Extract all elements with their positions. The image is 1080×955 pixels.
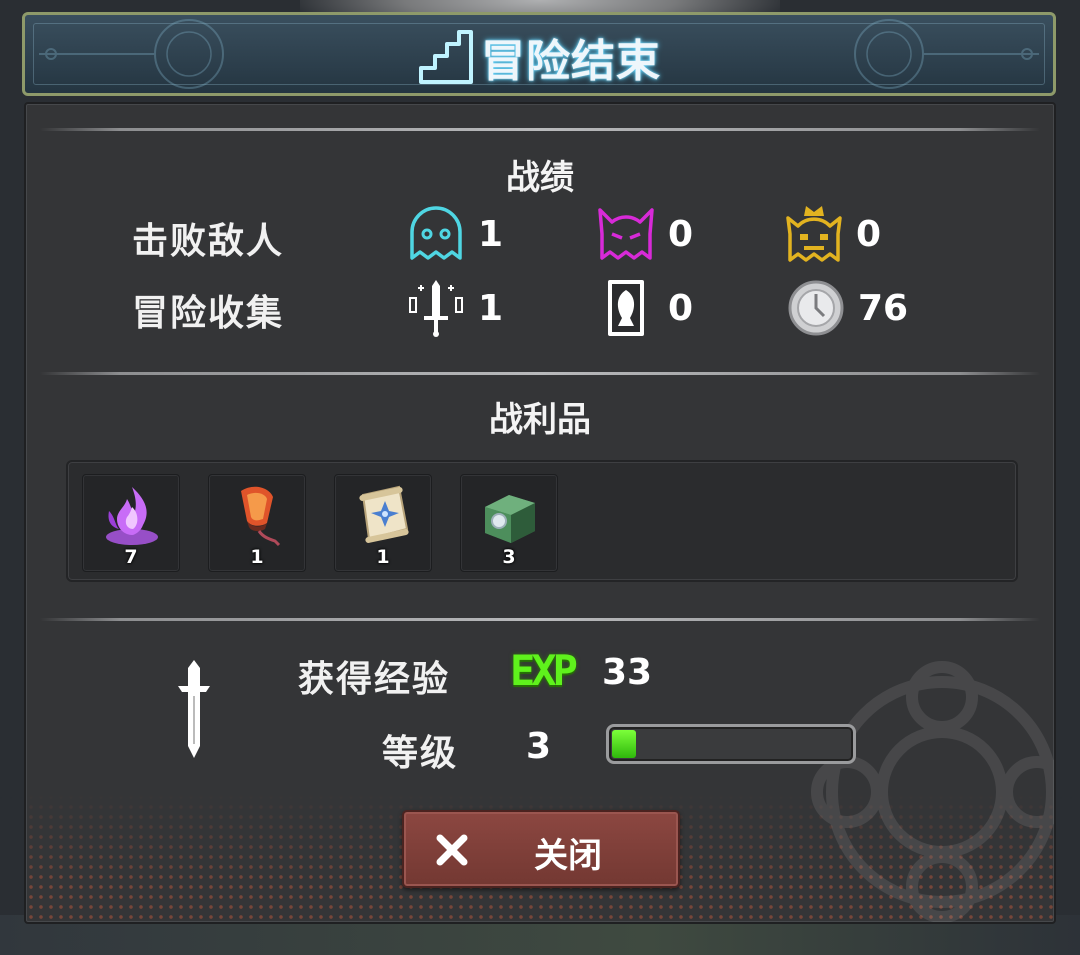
loot-qty: 1 [376,546,390,568]
treasure-chest-icon [485,495,535,543]
exp-label: 获得经验 [298,659,451,700]
defeated-normal: 1 [406,204,503,264]
loot-item[interactable]: 7 [82,474,180,572]
emblem-watermark [811,661,1054,922]
defeated-boss-count: 0 [856,213,882,255]
defeated-elite: 0 [596,204,693,264]
level-value: 3 [526,726,552,767]
divider-middle [40,372,1040,375]
coin-icon [788,280,844,336]
close-button[interactable]: 关闭 [402,810,680,888]
loot-qty: 7 [124,546,138,568]
loot-qty: 1 [250,546,264,568]
collected-coins: 76 [786,278,908,338]
defeated-normal-count: 1 [478,213,504,255]
defeated-label: 击败敌人 [132,221,285,262]
sword-icon [409,280,463,337]
collected-label: 冒险收集 [132,293,285,334]
divider-top [40,128,1040,131]
scroll-icon [359,485,409,543]
defeated-boss: 0 [784,204,881,264]
collected-cards-count: 0 [668,287,694,329]
loot-list: 7 1 1 3 [66,460,1018,582]
loot-item[interactable]: 3 [460,474,558,572]
exp-progress-fill [612,730,637,758]
loot-qty: 3 [502,546,516,568]
collected-equipment-count: 1 [478,287,504,329]
defeated-elite-count: 0 [668,213,694,255]
stairs-icon [419,30,473,84]
sword-emblem-icon [178,660,210,758]
card-icon [608,280,644,336]
result-panel: 战绩 击败敌人 冒险收集 1 0 0 1 0 76 战利品 7 1 1 3 获得… [24,102,1056,924]
collected-coins-count: 76 [858,287,909,329]
stats-title: 战绩 [506,158,574,198]
divider-bottom [40,618,1040,621]
close-button-label: 关闭 [534,836,602,876]
level-label: 等级 [382,733,459,774]
crowned-ghost-icon [786,206,842,262]
loot-item[interactable]: 1 [208,474,306,572]
result-header: 冒险结束 [22,12,1056,96]
loot-title: 战利品 [489,400,591,440]
lantern-icon [241,486,281,547]
exp-value: 33 [602,652,653,693]
exp-badge: EXP [510,646,578,695]
collected-equipment: 1 [406,278,503,338]
header-title-group: 冒险结束 [25,29,1053,87]
purple-flame-icon [106,487,158,545]
horned-ghost-icon [598,208,654,260]
close-icon [436,834,468,866]
collected-cards: 0 [596,278,693,338]
page-title: 冒险结束 [481,36,661,87]
exp-progress-bar [606,724,856,764]
loot-item[interactable]: 1 [334,474,432,572]
ghost-icon [410,206,462,260]
